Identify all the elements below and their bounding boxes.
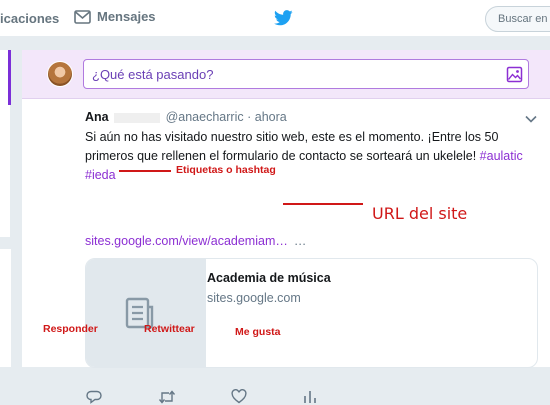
tweet-link-ellipsis: … bbox=[293, 234, 307, 248]
tweet-author-name[interactable]: Ana bbox=[85, 110, 109, 124]
hashtag-ieda[interactable]: #ieda bbox=[85, 168, 116, 182]
tweet-author-handle[interactable]: @anaecharric bbox=[166, 110, 244, 124]
top-navigation-bar: icaciones Mensajes Buscar en bbox=[0, 0, 550, 37]
redacted-surname bbox=[114, 112, 161, 123]
heart-icon[interactable] bbox=[231, 389, 247, 404]
card-thumbnail bbox=[86, 259, 206, 367]
nav-messages[interactable]: Mensajes bbox=[74, 9, 156, 24]
envelope-icon bbox=[74, 9, 91, 24]
annotation-hashtags: Etiquetas o hashtag bbox=[176, 164, 276, 176]
annotation-retweet: Retwittear bbox=[144, 323, 195, 335]
tweet-author-avatar[interactable] bbox=[24, 103, 78, 184]
reply-icon[interactable] bbox=[86, 389, 102, 405]
compose-tweet-input[interactable]: ¿Qué está pasando? bbox=[83, 59, 529, 89]
left-sidebar-panel-lower bbox=[0, 249, 11, 367]
annotation-reply: Responder bbox=[43, 323, 98, 335]
add-photo-icon[interactable] bbox=[506, 66, 523, 83]
user-avatar[interactable] bbox=[47, 61, 73, 87]
annotation-url: URL del site bbox=[372, 204, 468, 223]
analytics-icon[interactable] bbox=[303, 389, 317, 404]
sidebar-accent-bar bbox=[8, 50, 11, 105]
tweet-header: Ana @anaecharric · ahora bbox=[85, 110, 287, 124]
annotation-line-url bbox=[283, 203, 363, 205]
tweet-separator: · bbox=[247, 110, 252, 124]
tweet-timestamp[interactable]: ahora bbox=[255, 110, 287, 124]
hashtag-aulatic[interactable]: #aulatic bbox=[480, 149, 523, 163]
left-sidebar-panel bbox=[0, 50, 11, 237]
tweet-link-url[interactable]: sites.google.com/view/academiam… bbox=[85, 234, 288, 248]
tweet-composer: ¿Qué está pasando? bbox=[22, 50, 550, 99]
card-domain: sites.google.com bbox=[207, 291, 301, 305]
retweet-icon[interactable] bbox=[158, 389, 176, 405]
annotation-like: Me gusta bbox=[235, 326, 281, 338]
tweet-link[interactable]: sites.google.com/view/academiam… … bbox=[85, 234, 306, 248]
annotation-line-hashtags bbox=[119, 170, 171, 172]
twitter-bird-icon[interactable] bbox=[274, 10, 293, 26]
nav-messages-label: Mensajes bbox=[97, 9, 156, 24]
chevron-down-icon[interactable] bbox=[525, 115, 537, 123]
tweet-text-line-2-body: primeros que rellenen el formulario de c… bbox=[85, 149, 477, 163]
nav-notifications[interactable]: icaciones bbox=[0, 11, 59, 26]
tweet-text: Si aún no has visitado nuestro sitio web… bbox=[85, 128, 545, 185]
tweet-text-line-1: Si aún no has visitado nuestro sitio web… bbox=[85, 130, 499, 144]
tweet-text-line-2: primeros que rellenen el formulario de c… bbox=[85, 147, 545, 166]
tweet[interactable]: Ana @anaecharric · ahora Si aún no has v… bbox=[22, 100, 550, 404]
search-input[interactable]: Buscar en bbox=[485, 6, 550, 32]
timeline: ¿Qué está pasando? Ana @anaecharric · ah… bbox=[22, 50, 550, 404]
link-preview-card[interactable]: Academia de música sites.google.com bbox=[85, 258, 538, 368]
tweet-text-line-3: #ieda bbox=[85, 166, 545, 185]
card-title: Academia de música bbox=[207, 271, 331, 285]
